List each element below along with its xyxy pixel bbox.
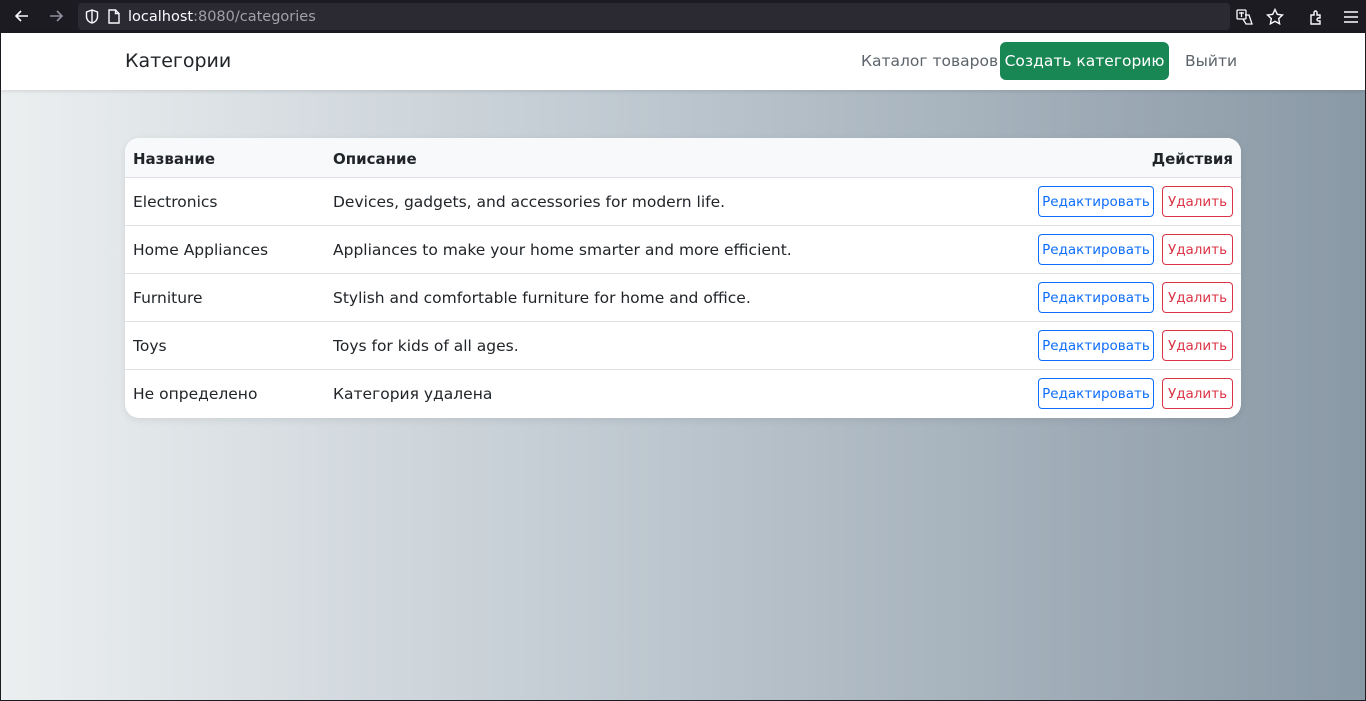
edit-button[interactable]: Редактировать xyxy=(1038,282,1154,313)
table-header: Название Описание Действия xyxy=(125,138,1241,178)
delete-button[interactable]: Удалить xyxy=(1162,186,1233,217)
page: Категории Каталог товаров Создать катего… xyxy=(1,33,1365,700)
category-name: Home Appliances xyxy=(133,241,269,259)
menu-icon[interactable] xyxy=(1336,2,1366,32)
logout-link[interactable]: Выйти xyxy=(1185,52,1237,70)
navbar-brand[interactable]: Категории xyxy=(125,50,231,72)
category-description: Appliances to make your home smarter and… xyxy=(333,241,792,259)
edit-button[interactable]: Редактировать xyxy=(1038,330,1154,361)
category-name: Не определено xyxy=(133,385,258,403)
address-bar[interactable]: localhost:8080/categories xyxy=(78,3,1230,30)
page-icon xyxy=(106,9,122,25)
catalog-link[interactable]: Каталог товаров xyxy=(861,52,998,70)
category-description: Toys for kids of all ages. xyxy=(333,337,519,355)
category-name: Toys xyxy=(133,337,167,355)
forward-arrow-icon[interactable] xyxy=(41,1,71,31)
table-row: Electronics Devices, gadgets, and access… xyxy=(125,178,1241,226)
categories-table: Название Описание Действия Electronics D… xyxy=(125,138,1241,418)
edit-button[interactable]: Редактировать xyxy=(1038,378,1154,409)
category-description: Stylish and comfortable furniture for ho… xyxy=(333,289,751,307)
bookmark-star-icon[interactable] xyxy=(1260,2,1290,32)
edit-button[interactable]: Редактировать xyxy=(1038,234,1154,265)
delete-button[interactable]: Удалить xyxy=(1162,378,1233,409)
category-description: Категория удалена xyxy=(333,385,493,403)
browser-toolbar: localhost:8080/categories xyxy=(0,0,1366,33)
edit-button[interactable]: Редактировать xyxy=(1038,186,1154,217)
translate-icon[interactable] xyxy=(1230,2,1260,32)
delete-button[interactable]: Удалить xyxy=(1162,282,1233,313)
back-arrow-icon[interactable] xyxy=(7,1,37,31)
category-description: Devices, gadgets, and accessories for mo… xyxy=(333,193,726,211)
table-row: Home Appliances Appliances to make your … xyxy=(125,226,1241,274)
column-header-description: Описание xyxy=(333,150,417,168)
create-category-button[interactable]: Создать категорию xyxy=(1000,42,1169,80)
table-row: Toys Toys for kids of all ages. Редактир… xyxy=(125,322,1241,370)
column-header-actions: Действия xyxy=(1151,150,1233,168)
delete-button[interactable]: Удалить xyxy=(1162,234,1233,265)
category-name: Electronics xyxy=(133,193,218,211)
shield-icon[interactable] xyxy=(84,9,100,25)
extensions-icon[interactable] xyxy=(1302,2,1332,32)
delete-button[interactable]: Удалить xyxy=(1162,330,1233,361)
table-row: Не определено Категория удалена Редактир… xyxy=(125,370,1241,418)
navbar: Категории Каталог товаров Создать катего… xyxy=(1,33,1365,90)
url-text: localhost:8080/categories xyxy=(128,8,316,25)
table-row: Furniture Stylish and comfortable furnit… xyxy=(125,274,1241,322)
category-name: Furniture xyxy=(133,289,203,307)
column-header-name: Название xyxy=(133,150,216,168)
